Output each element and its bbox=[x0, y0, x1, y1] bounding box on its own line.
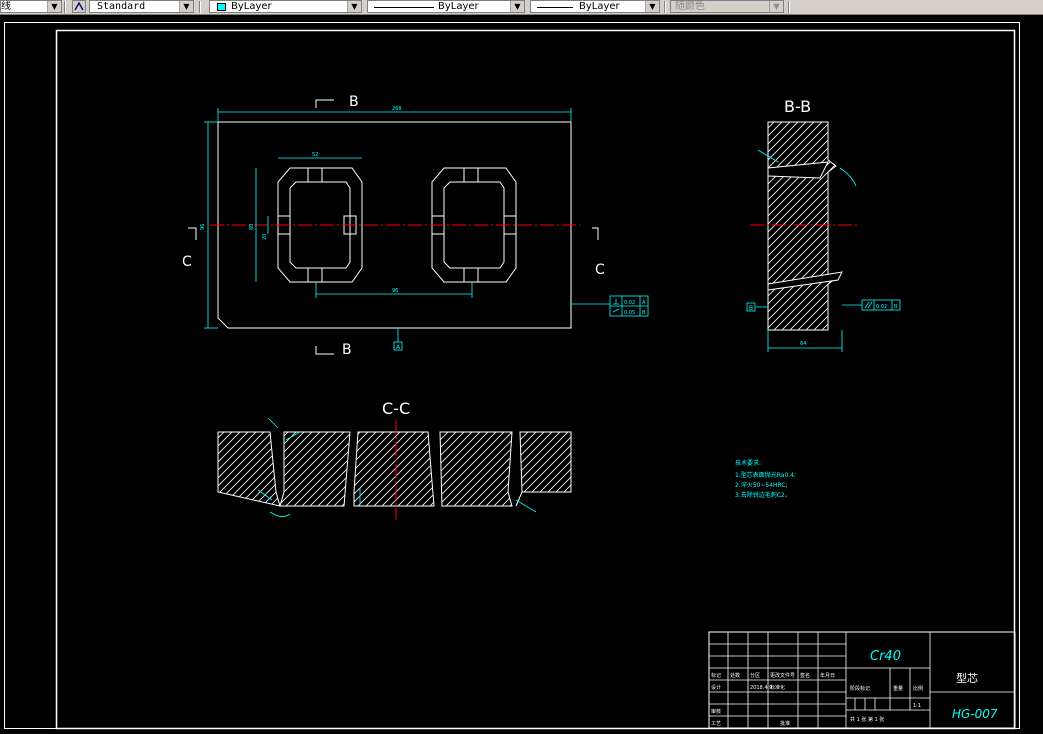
svg-text:处数: 处数 bbox=[730, 672, 740, 679]
layer-label: 线 bbox=[1, 1, 11, 12]
chevron-down-icon[interactable]: ▼ bbox=[347, 1, 361, 12]
section-mark-c-right: C bbox=[595, 262, 605, 278]
tech-note-line: 1.型芯表面抛光Ra0.4; bbox=[735, 471, 796, 479]
tech-notes-heading: 技术要求: bbox=[735, 459, 761, 467]
dim-slot-width-label: 52 bbox=[312, 152, 318, 158]
section-bb-title: B-B bbox=[784, 97, 811, 116]
color-swatch bbox=[217, 3, 226, 11]
plot-style-dropdown: 随颜色 ▼ bbox=[670, 0, 784, 13]
dim-height-label: 96 bbox=[200, 224, 206, 230]
tech-note-line: 2.淬火50~54HRC; bbox=[735, 481, 788, 489]
section-mark-c-left: C bbox=[182, 254, 192, 270]
svg-text:1:1: 1:1 bbox=[913, 703, 921, 709]
drawing-canvas[interactable]: 268 96 52 96 80 20 B B C C A 0.02 A 0.05… bbox=[0, 14, 1043, 734]
dim-small-label: 20 bbox=[262, 234, 268, 240]
svg-text:重量: 重量 bbox=[893, 685, 903, 692]
chevron-down-icon[interactable]: ▼ bbox=[510, 1, 524, 12]
main-view: 268 96 52 96 80 20 B B C C A 0.02 A 0.05… bbox=[182, 94, 649, 358]
svg-text:设计: 设计 bbox=[711, 684, 721, 691]
dim-inner-label: 80 bbox=[249, 224, 255, 230]
svg-text:分区: 分区 bbox=[750, 672, 760, 679]
svg-text:标记: 标记 bbox=[711, 672, 721, 679]
section-bb-view: B-B 64 B 0.02 B bbox=[746, 97, 901, 352]
svg-text:签名: 签名 bbox=[800, 672, 810, 679]
drawing-frame bbox=[4, 22, 1020, 730]
svg-text:年月日: 年月日 bbox=[820, 672, 835, 679]
svg-text:0.02: 0.02 bbox=[876, 304, 887, 310]
lineweight-dropdown[interactable]: ByLayer ▼ bbox=[530, 0, 660, 13]
chevron-down-icon[interactable]: ▼ bbox=[47, 1, 61, 12]
linetype-dropdown[interactable]: ByLayer ▼ bbox=[367, 0, 525, 13]
title-drawing-no: HG-007 bbox=[952, 707, 998, 721]
geometric-tolerance-frame: 0.02 A 0.05 B bbox=[609, 295, 649, 317]
svg-text:工艺: 工艺 bbox=[711, 721, 721, 727]
svg-text:批准: 批准 bbox=[780, 720, 790, 727]
dim-pitch-label: 96 bbox=[392, 288, 398, 294]
technical-notes: 技术要求: 1.型芯表面抛光Ra0.4; 2.淬火50~54HRC; 3.去除锐… bbox=[735, 459, 796, 499]
chevron-down-icon[interactable]: ▼ bbox=[645, 1, 659, 12]
toolbar-separator bbox=[64, 1, 66, 13]
title-block: Cr40 HG-007 型芯 标记 处数 分区 更改文件号 签名 年月日 设计 … bbox=[708, 631, 1016, 729]
section-cc-view: C-C bbox=[217, 399, 572, 520]
svg-text:共 1 张 第 1 张: 共 1 张 第 1 张 bbox=[850, 716, 884, 723]
lineweight-value: ByLayer bbox=[579, 1, 620, 12]
color-dropdown[interactable]: ByLayer ▼ bbox=[209, 0, 362, 13]
toolbar-separator bbox=[199, 1, 201, 13]
text-style-dropdown[interactable]: Standard ▼ bbox=[89, 0, 194, 13]
tech-note-line: 3.去除锐边毛刺C2。 bbox=[735, 491, 791, 499]
parallelism-tolerance-frame: 0.02 B bbox=[861, 299, 901, 311]
svg-text:B: B bbox=[894, 304, 898, 310]
color-value: ByLayer bbox=[231, 1, 272, 12]
chevron-down-icon[interactable]: ▼ bbox=[179, 1, 193, 12]
layer-dropdown[interactable]: 线 ▼ bbox=[0, 0, 62, 13]
title-part-name: 型芯 bbox=[956, 671, 978, 685]
text-style-icon[interactable] bbox=[72, 0, 86, 13]
svg-text:2018.4.9: 2018.4.9 bbox=[750, 685, 772, 691]
svg-text:B: B bbox=[642, 310, 646, 316]
chevron-down-icon: ▼ bbox=[769, 1, 783, 12]
section-mark-b-bottom: B bbox=[342, 342, 352, 358]
svg-text:更改文件号: 更改文件号 bbox=[770, 672, 795, 679]
svg-text:阶段标记: 阶段标记 bbox=[850, 685, 870, 692]
linetype-value: ByLayer bbox=[438, 1, 479, 12]
datum-b-symbol: B bbox=[746, 302, 756, 312]
plot-style-value: 随颜色 bbox=[675, 1, 705, 12]
section-mark-b-top: B bbox=[349, 94, 359, 110]
text-style-value: Standard bbox=[97, 1, 146, 12]
toolbar-separator bbox=[788, 1, 790, 13]
svg-text:B: B bbox=[749, 305, 753, 312]
section-cc-title: C-C bbox=[382, 399, 410, 418]
section-bb-dim-bottom: 64 bbox=[800, 341, 806, 347]
toolbar-separator bbox=[664, 1, 666, 13]
lineweight-preview bbox=[537, 7, 573, 8]
datum-a-symbol: A bbox=[393, 341, 403, 351]
svg-text:0.05: 0.05 bbox=[624, 310, 635, 316]
main-dimension-texts: 268 96 52 96 80 20 bbox=[200, 106, 402, 294]
svg-text:标准化: 标准化 bbox=[770, 684, 785, 691]
svg-text:A: A bbox=[642, 300, 646, 306]
properties-toolbar: 线 ▼ Standard ▼ ByLayer ▼ ByLayer ▼ ByLay… bbox=[0, 0, 1043, 15]
linetype-preview bbox=[374, 7, 434, 8]
title-material: Cr40 bbox=[870, 649, 901, 664]
dim-width-label: 268 bbox=[392, 106, 402, 112]
svg-text:审核: 审核 bbox=[711, 708, 721, 715]
svg-text:比例: 比例 bbox=[913, 685, 923, 692]
svg-text:0.02: 0.02 bbox=[624, 300, 635, 306]
